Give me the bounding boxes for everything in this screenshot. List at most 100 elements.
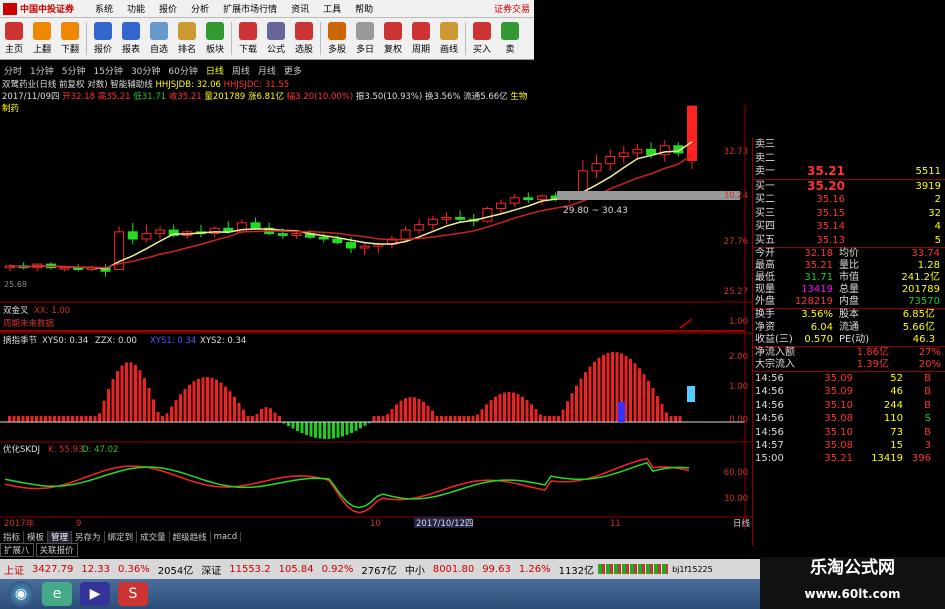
candle-body[interactable] xyxy=(523,197,534,201)
hist-bar-up xyxy=(66,416,70,422)
indicator-tab[interactable]: 超级趋线 xyxy=(170,530,211,543)
candle-body[interactable] xyxy=(509,197,520,204)
hist-bar-up xyxy=(107,389,110,422)
indicator-tab[interactable]: 成交量 xyxy=(137,530,170,543)
period-tab[interactable]: 1分钟 xyxy=(26,64,58,77)
toolbar-button-14[interactable]: 周期 xyxy=(407,18,435,59)
toolbar-button-4[interactable]: 报表 xyxy=(117,18,145,59)
candle-body[interactable] xyxy=(482,208,493,222)
candle-body[interactable] xyxy=(496,202,507,210)
menu-item-system[interactable]: 系统 xyxy=(88,2,120,15)
hist-bar-up xyxy=(165,413,169,422)
indicator-tab[interactable]: 另存为 xyxy=(72,530,105,543)
candle-body[interactable] xyxy=(141,233,152,240)
candle-body[interactable] xyxy=(605,156,616,165)
candle-body[interactable] xyxy=(291,233,302,236)
draw-icon xyxy=(440,22,458,40)
period-tab[interactable]: 15分钟 xyxy=(89,64,126,77)
candle-body[interactable] xyxy=(318,236,329,240)
hist-bar-up xyxy=(678,416,682,422)
indicator-tab[interactable]: 绑定到 xyxy=(105,530,138,543)
hist-bar-up xyxy=(26,416,29,422)
candle-body[interactable] xyxy=(277,233,288,236)
period-tab[interactable]: 月线 xyxy=(254,64,280,77)
kline-chart[interactable]: 29.80 ~ 30.43 25.68 32.73 30.24 27.76 25… xyxy=(0,105,752,530)
menu-item-news[interactable]: 资讯 xyxy=(284,2,316,15)
period-tab[interactable]: 5分钟 xyxy=(58,64,90,77)
tick-price: 35.21 xyxy=(824,453,853,465)
candle-body[interactable] xyxy=(455,216,466,220)
indicator-tab[interactable]: macd xyxy=(211,531,242,542)
indicator-tab[interactable]: 管理 xyxy=(48,530,73,543)
stat-value: 31.71 xyxy=(804,272,833,284)
candle-body[interactable] xyxy=(400,229,411,240)
candle-body[interactable] xyxy=(687,105,697,161)
period-tab[interactable]: 分时 xyxy=(0,64,26,77)
sub1-note: 周期未来数据 xyxy=(3,318,55,329)
menu-item-extended-market[interactable]: 扩展市场行情 xyxy=(216,2,284,15)
toolbar-button-13[interactable]: 复权 xyxy=(379,18,407,59)
hist-bar-up xyxy=(89,416,92,422)
candle-body[interactable] xyxy=(618,152,629,158)
indicator-tab[interactable]: 模板 xyxy=(24,530,49,543)
candle-body[interactable] xyxy=(59,267,70,270)
media-player-icon[interactable]: ▶ xyxy=(80,582,110,606)
menu-item-analysis[interactable]: 分析 xyxy=(184,2,216,15)
candle-body[interactable] xyxy=(332,238,343,244)
candle-body[interactable] xyxy=(359,245,370,249)
period-tab[interactable]: 30分钟 xyxy=(127,64,164,77)
hist-bar-up xyxy=(404,398,407,422)
hist-bar-up xyxy=(102,400,106,422)
hist-bar-up xyxy=(152,399,155,422)
menu-item-function[interactable]: 功能 xyxy=(120,2,152,15)
toolbar-button-8[interactable]: 下载 xyxy=(234,18,262,59)
trading-app-icon[interactable]: S xyxy=(118,582,148,606)
candle-body[interactable] xyxy=(414,224,425,231)
candle-body[interactable] xyxy=(346,242,356,249)
toolbar-label: 上翻 xyxy=(32,45,51,55)
toolbar-button-7[interactable]: 板块 xyxy=(201,18,229,59)
stat-row: 最高 35.21 量比 1.28 xyxy=(753,260,945,272)
menu-item-tools[interactable]: 工具 xyxy=(316,2,348,15)
period-tab[interactable]: 周线 xyxy=(228,64,254,77)
toolbar-button-16[interactable]: 买入 xyxy=(468,18,496,59)
candle-body[interactable] xyxy=(536,195,547,201)
candle-body[interactable] xyxy=(155,229,166,235)
toolbar-button-1[interactable]: 上翻 xyxy=(28,18,56,59)
toolbar-button-17[interactable]: 卖 xyxy=(496,18,524,59)
candle-body[interactable] xyxy=(427,218,438,226)
browser-icon[interactable]: e xyxy=(42,582,72,606)
period-tab[interactable]: 日线 xyxy=(202,64,228,77)
toolbar-button-0[interactable]: 主页 xyxy=(0,18,28,59)
toolbar-button-15[interactable]: 画线 xyxy=(435,18,463,59)
hist-bar-up xyxy=(647,380,650,422)
bottom-tab[interactable]: 扩展八 xyxy=(0,542,34,557)
sub2-value-c: XYS1: 0.34 xyxy=(150,336,196,346)
hist-bar-up xyxy=(377,416,380,422)
indicator-tab[interactable]: 指标 xyxy=(0,530,25,543)
period-tab[interactable]: 更多 xyxy=(280,64,306,77)
candle-body[interactable] xyxy=(250,222,261,229)
toolbar-button-10[interactable]: 选股 xyxy=(290,18,318,59)
candle-body[interactable] xyxy=(441,216,452,220)
hist-bar-up xyxy=(674,416,677,422)
ask-volume xyxy=(845,138,941,152)
menu-item-quote[interactable]: 报价 xyxy=(152,2,184,15)
quote-panel: 卖三 卖二 卖一 35.21 5511 买一 35.20 3919 买二 35.16 2 买三 35.1… xyxy=(752,138,945,546)
toolbar-button-9[interactable]: 公式 xyxy=(262,18,290,59)
period-tab[interactable]: 60分钟 xyxy=(164,64,201,77)
toolbar-button-6[interactable]: 排名 xyxy=(173,18,201,59)
hist-bar-up xyxy=(597,357,601,422)
toolbar-button-2[interactable]: 下翻 xyxy=(56,18,84,59)
menu-item-help[interactable]: 帮助 xyxy=(348,2,380,15)
bottom-tab[interactable]: 关联报价 xyxy=(35,542,78,557)
toolbar-button-3[interactable]: 报价 xyxy=(89,18,117,59)
toolbar-button-12[interactable]: 多日 xyxy=(351,18,379,59)
candle-body[interactable] xyxy=(632,148,643,154)
candle-body[interactable] xyxy=(127,231,138,240)
candle-body[interactable] xyxy=(591,163,602,172)
start-button-icon[interactable]: ◉ xyxy=(8,581,34,607)
trade-link[interactable]: 证券交易 xyxy=(494,2,534,15)
toolbar-button-11[interactable]: 多股 xyxy=(323,18,351,59)
toolbar-button-5[interactable]: 自选 xyxy=(145,18,173,59)
